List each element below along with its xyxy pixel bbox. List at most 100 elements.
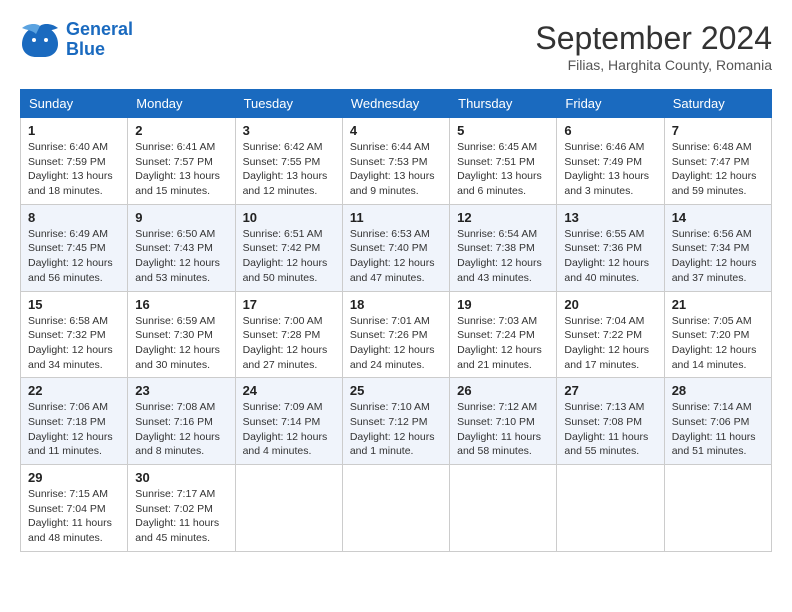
calendar-cell: 7 Sunrise: 6:48 AMSunset: 7:47 PMDaylight… xyxy=(664,118,771,205)
day-number: 19 xyxy=(457,297,549,312)
day-info: Sunrise: 7:04 AMSunset: 7:22 PMDaylight:… xyxy=(564,314,656,373)
day-number: 23 xyxy=(135,383,227,398)
column-header-monday: Monday xyxy=(128,90,235,118)
column-header-thursday: Thursday xyxy=(450,90,557,118)
day-number: 24 xyxy=(243,383,335,398)
day-info: Sunrise: 6:48 AMSunset: 7:47 PMDaylight:… xyxy=(672,140,764,199)
day-number: 27 xyxy=(564,383,656,398)
day-number: 15 xyxy=(28,297,120,312)
day-number: 28 xyxy=(672,383,764,398)
title-area: September 2024 Filias, Harghita County, … xyxy=(535,20,772,73)
day-info: Sunrise: 6:59 AMSunset: 7:30 PMDaylight:… xyxy=(135,314,227,373)
calendar-cell: 5Sunrise: 6:45 AMSunset: 7:51 PMDaylight… xyxy=(450,118,557,205)
day-info: Sunrise: 7:09 AMSunset: 7:14 PMDaylight:… xyxy=(243,400,335,459)
day-number: 13 xyxy=(564,210,656,225)
day-number: 22 xyxy=(28,383,120,398)
calendar-cell: 14 Sunrise: 6:56 AMSunset: 7:34 PMDayligh… xyxy=(664,204,771,291)
calendar-cell: 11 Sunrise: 6:53 AMSunset: 7:40 PMDayligh… xyxy=(342,204,449,291)
calendar-cell: 25 Sunrise: 7:10 AMSunset: 7:12 PMDayligh… xyxy=(342,378,449,465)
calendar-cell: 20Sunrise: 7:04 AMSunset: 7:22 PMDayligh… xyxy=(557,291,664,378)
logo-text: General Blue xyxy=(66,20,133,60)
day-number: 6 xyxy=(564,123,656,138)
month-title: September 2024 xyxy=(535,20,772,57)
calendar-cell: 6 Sunrise: 6:46 AMSunset: 7:49 PMDaylight… xyxy=(557,118,664,205)
calendar-cell: 23Sunrise: 7:08 AMSunset: 7:16 PMDayligh… xyxy=(128,378,235,465)
day-info: Sunrise: 6:40 AMSunset: 7:59 PMDaylight:… xyxy=(28,140,120,199)
calendar-week-5: 29Sunrise: 7:15 AMSunset: 7:04 PMDayligh… xyxy=(21,465,772,552)
calendar-cell: 24 Sunrise: 7:09 AMSunset: 7:14 PMDayligh… xyxy=(235,378,342,465)
calendar-week-4: 22 Sunrise: 7:06 AMSunset: 7:18 PMDayligh… xyxy=(21,378,772,465)
page-header: General Blue September 2024 Filias, Harg… xyxy=(20,20,772,73)
calendar-cell xyxy=(450,465,557,552)
day-number: 14 xyxy=(672,210,764,225)
calendar-cell: 8Sunrise: 6:49 AMSunset: 7:45 PMDaylight… xyxy=(21,204,128,291)
day-number: 11 xyxy=(350,210,442,225)
calendar-cell xyxy=(235,465,342,552)
column-header-sunday: Sunday xyxy=(21,90,128,118)
day-info: Sunrise: 7:05 AMSunset: 7:20 PMDaylight:… xyxy=(672,314,764,373)
calendar-cell: 30 Sunrise: 7:17 AMSunset: 7:02 PMDayligh… xyxy=(128,465,235,552)
day-info: Sunrise: 6:56 AMSunset: 7:34 PMDaylight:… xyxy=(672,227,764,286)
day-number: 18 xyxy=(350,297,442,312)
day-info: Sunrise: 7:14 AMSunset: 7:06 PMDaylight:… xyxy=(672,400,764,459)
day-number: 2 xyxy=(135,123,227,138)
column-header-saturday: Saturday xyxy=(664,90,771,118)
day-number: 9 xyxy=(135,210,227,225)
calendar-cell: 15 Sunrise: 6:58 AMSunset: 7:32 PMDayligh… xyxy=(21,291,128,378)
logo: General Blue xyxy=(20,20,133,60)
day-number: 26 xyxy=(457,383,549,398)
calendar-cell: 12 Sunrise: 6:54 AMSunset: 7:38 PMDayligh… xyxy=(450,204,557,291)
day-info: Sunrise: 6:46 AMSunset: 7:49 PMDaylight:… xyxy=(564,140,656,199)
column-header-tuesday: Tuesday xyxy=(235,90,342,118)
day-info: Sunrise: 6:54 AMSunset: 7:38 PMDaylight:… xyxy=(457,227,549,286)
day-info: Sunrise: 6:50 AMSunset: 7:43 PMDaylight:… xyxy=(135,227,227,286)
day-headers-row: SundayMondayTuesdayWednesdayThursdayFrid… xyxy=(21,90,772,118)
day-info: Sunrise: 7:10 AMSunset: 7:12 PMDaylight:… xyxy=(350,400,442,459)
day-info: Sunrise: 6:58 AMSunset: 7:32 PMDaylight:… xyxy=(28,314,120,373)
calendar-cell: 1 Sunrise: 6:40 AMSunset: 7:59 PMDaylight… xyxy=(21,118,128,205)
calendar-week-3: 15 Sunrise: 6:58 AMSunset: 7:32 PMDayligh… xyxy=(21,291,772,378)
calendar-cell: 10Sunrise: 6:51 AMSunset: 7:42 PMDayligh… xyxy=(235,204,342,291)
day-info: Sunrise: 7:13 AMSunset: 7:08 PMDaylight:… xyxy=(564,400,656,459)
calendar-cell: 9 Sunrise: 6:50 AMSunset: 7:43 PMDaylight… xyxy=(128,204,235,291)
day-number: 5 xyxy=(457,123,549,138)
day-info: Sunrise: 7:12 AMSunset: 7:10 PMDaylight:… xyxy=(457,400,549,459)
calendar-cell xyxy=(664,465,771,552)
day-info: Sunrise: 6:53 AMSunset: 7:40 PMDaylight:… xyxy=(350,227,442,286)
column-header-wednesday: Wednesday xyxy=(342,90,449,118)
day-info: Sunrise: 6:55 AMSunset: 7:36 PMDaylight:… xyxy=(564,227,656,286)
day-number: 3 xyxy=(243,123,335,138)
location-subtitle: Filias, Harghita County, Romania xyxy=(535,57,772,73)
calendar-cell: 19 Sunrise: 7:03 AMSunset: 7:24 PMDayligh… xyxy=(450,291,557,378)
day-info: Sunrise: 6:42 AMSunset: 7:55 PMDaylight:… xyxy=(243,140,335,199)
day-number: 4 xyxy=(350,123,442,138)
calendar-cell: 28 Sunrise: 7:14 AMSunset: 7:06 PMDayligh… xyxy=(664,378,771,465)
calendar-cell: 18Sunrise: 7:01 AMSunset: 7:26 PMDayligh… xyxy=(342,291,449,378)
day-info: Sunrise: 7:06 AMSunset: 7:18 PMDaylight:… xyxy=(28,400,120,459)
calendar-cell: 27 Sunrise: 7:13 AMSunset: 7:08 PMDayligh… xyxy=(557,378,664,465)
day-number: 10 xyxy=(243,210,335,225)
day-number: 30 xyxy=(135,470,227,485)
logo-icon xyxy=(20,22,60,58)
calendar-table: SundayMondayTuesdayWednesdayThursdayFrid… xyxy=(20,89,772,552)
calendar-cell: 3 Sunrise: 6:42 AMSunset: 7:55 PMDaylight… xyxy=(235,118,342,205)
day-info: Sunrise: 7:15 AMSunset: 7:04 PMDaylight:… xyxy=(28,487,120,546)
day-number: 12 xyxy=(457,210,549,225)
calendar-cell xyxy=(557,465,664,552)
calendar-cell: 4 Sunrise: 6:44 AMSunset: 7:53 PMDaylight… xyxy=(342,118,449,205)
calendar-cell: 17Sunrise: 7:00 AMSunset: 7:28 PMDayligh… xyxy=(235,291,342,378)
day-number: 25 xyxy=(350,383,442,398)
calendar-cell xyxy=(342,465,449,552)
column-header-friday: Friday xyxy=(557,90,664,118)
day-number: 1 xyxy=(28,123,120,138)
calendar-cell: 16 Sunrise: 6:59 AMSunset: 7:30 PMDayligh… xyxy=(128,291,235,378)
day-info: Sunrise: 7:03 AMSunset: 7:24 PMDaylight:… xyxy=(457,314,549,373)
day-number: 16 xyxy=(135,297,227,312)
day-info: Sunrise: 6:44 AMSunset: 7:53 PMDaylight:… xyxy=(350,140,442,199)
calendar-cell: 26 Sunrise: 7:12 AMSunset: 7:10 PMDayligh… xyxy=(450,378,557,465)
day-info: Sunrise: 7:17 AMSunset: 7:02 PMDaylight:… xyxy=(135,487,227,546)
day-number: 21 xyxy=(672,297,764,312)
day-number: 7 xyxy=(672,123,764,138)
calendar-week-1: 1 Sunrise: 6:40 AMSunset: 7:59 PMDaylight… xyxy=(21,118,772,205)
day-number: 17 xyxy=(243,297,335,312)
